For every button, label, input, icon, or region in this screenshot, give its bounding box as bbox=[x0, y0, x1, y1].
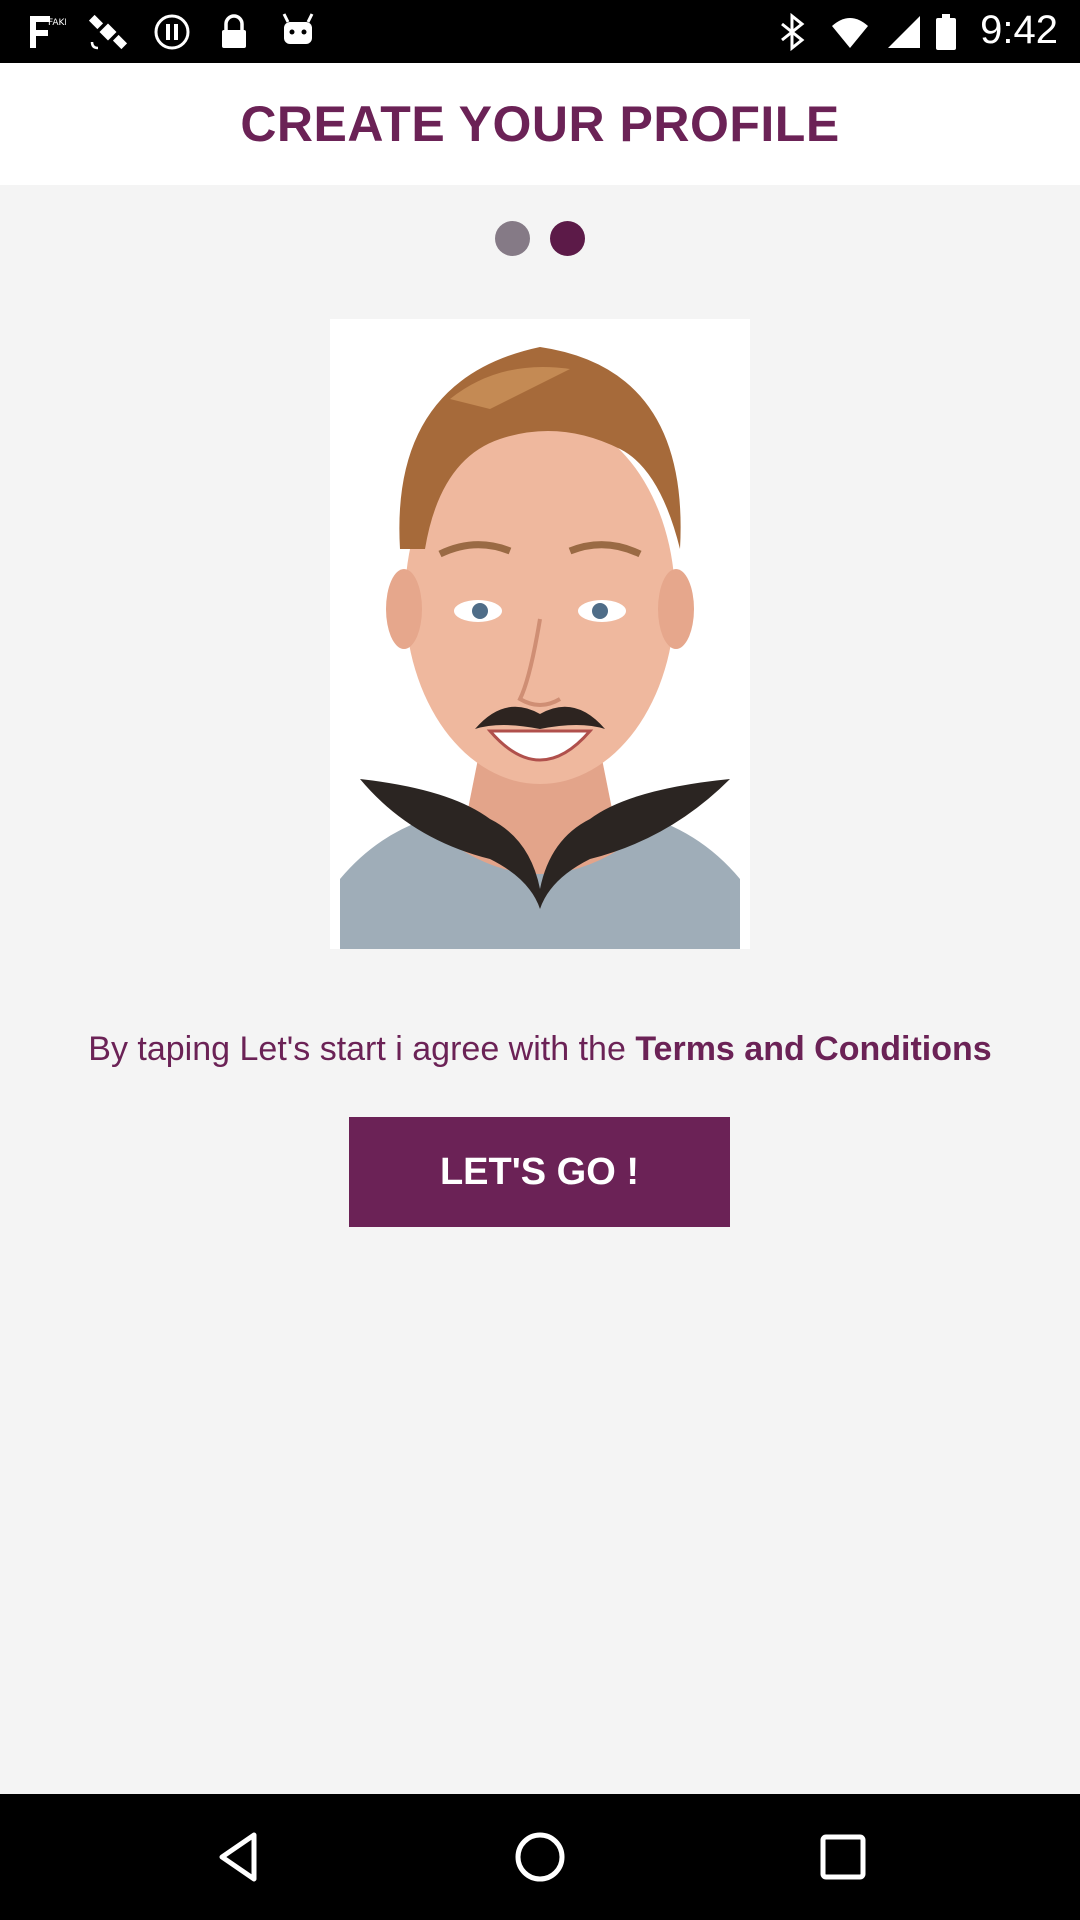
status-time: 9:42 bbox=[980, 8, 1058, 52]
page-title: CREATE YOUR PROFILE bbox=[240, 96, 840, 152]
recents-icon[interactable] bbox=[813, 1827, 873, 1887]
page-dot-2[interactable] bbox=[550, 221, 585, 256]
pause-circle-icon bbox=[154, 14, 190, 50]
terms-prefix: By taping Let's start i agree with the bbox=[88, 1030, 636, 1068]
fake-gps-icon: FAKE bbox=[30, 16, 66, 48]
signal-icon bbox=[888, 16, 920, 48]
navigation-bar bbox=[0, 1794, 1080, 1920]
back-icon[interactable] bbox=[208, 1827, 268, 1887]
battery-icon bbox=[936, 14, 956, 50]
android-icon bbox=[282, 13, 314, 44]
lets-go-button[interactable]: LET'S GO ! bbox=[349, 1117, 730, 1227]
screen: FAKE bbox=[0, 0, 1080, 1920]
page-indicator bbox=[0, 221, 1080, 257]
terms-link[interactable]: Terms and Conditions bbox=[635, 1030, 991, 1068]
page-dot-1[interactable] bbox=[495, 221, 530, 256]
svg-text:FAKE: FAKE bbox=[48, 18, 66, 28]
terms-text: By taping Let's start i agree with the T… bbox=[0, 1030, 1080, 1069]
satellite-icon bbox=[88, 14, 128, 50]
wifi-icon bbox=[832, 18, 868, 48]
header: CREATE YOUR PROFILE bbox=[0, 63, 1080, 185]
lock-icon bbox=[222, 14, 246, 48]
home-icon[interactable] bbox=[510, 1827, 570, 1887]
bluetooth-icon bbox=[781, 12, 805, 52]
profile-photo[interactable] bbox=[330, 319, 750, 949]
profile-photo-illustration bbox=[330, 319, 750, 949]
status-bar: FAKE bbox=[0, 0, 1080, 63]
